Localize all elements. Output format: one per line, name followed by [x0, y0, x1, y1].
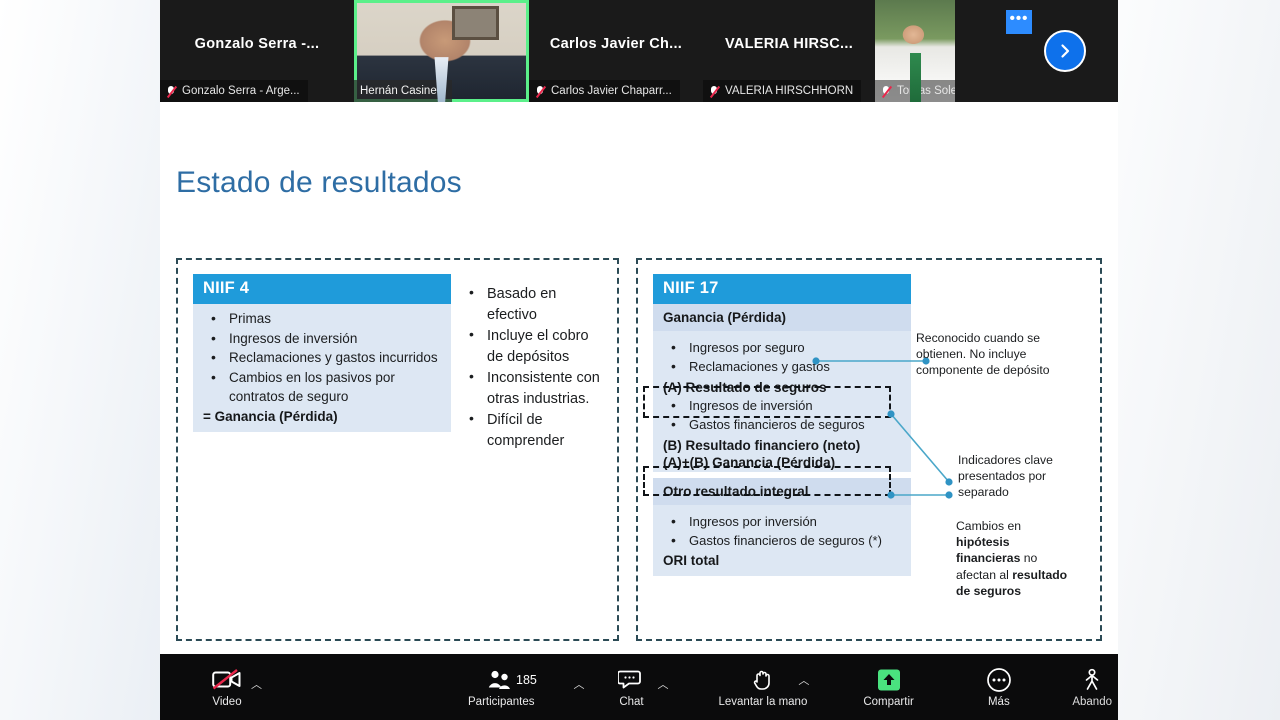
participants-count: 185: [516, 673, 537, 687]
next-page-button[interactable]: [1044, 30, 1086, 72]
participant-name: VALERIA HIRSCHHORN: [725, 85, 854, 97]
niif4-body: Primas Ingresos de inversión Reclamacion…: [193, 304, 451, 433]
more-button[interactable]: Más: [980, 654, 1018, 720]
video-tile-carlos-javier-chaparro[interactable]: Carlos Javier Ch... Carlos Javier Chapar…: [529, 0, 703, 102]
more-participants-button[interactable]: •••: [1006, 10, 1032, 34]
raise-hand-button-label: Levantar la mano: [718, 695, 808, 708]
page-title: Estado de resultados: [176, 166, 462, 199]
background-picture-frame: [452, 6, 500, 40]
video-button-label: Video: [212, 695, 242, 708]
video-tile-tomas-soley[interactable]: Tomas Soley: [875, 0, 955, 102]
annotation-hypotheses: Cambios en hipótesis financieras no afec…: [956, 518, 1074, 599]
participant-video-strip: Gonzalo Serra -... Gonzalo Serra - Arge.…: [160, 0, 1118, 102]
list-item: Ingresos de inversión: [203, 329, 441, 349]
anno-part-1: hipótesis financieras: [956, 535, 1021, 566]
niif4-total: = Ganancia (Pérdida): [203, 409, 338, 425]
video-tile-namebar: Tomas Soley: [875, 80, 955, 102]
video-tile-namebar: Gonzalo Serra - Arge...: [160, 80, 308, 102]
meeting-toolbar: Video ︿ Participantes 185 ︿ Chat ︿ Levan…: [160, 654, 1118, 720]
more-button-label: Más: [987, 695, 1010, 708]
video-button[interactable]: Video ︿: [206, 654, 262, 720]
microphone-muted-icon: [709, 85, 720, 98]
list-item: Primas: [203, 309, 441, 329]
video-tile-valeria-hirschhorn[interactable]: VALERIA HIRSC... VALERIA HIRSCHHORN: [703, 0, 875, 102]
video-tile-hernan-casinelli[interactable]: Hernán Casinelli: [354, 0, 529, 102]
participants-options-caret-icon[interactable]: ︿: [573, 676, 584, 692]
share-screen-button-label: Compartir: [863, 695, 914, 708]
ellipsis-icon: [986, 667, 1012, 693]
participant-name: Carlos Javier Chaparr...: [551, 85, 672, 97]
niif4-bullet-list: Primas Ingresos de inversión Reclamacion…: [203, 309, 441, 406]
zoom-meeting-window: Gonzalo Serra -... Gonzalo Serra - Arge.…: [160, 0, 1118, 720]
participant-name: Hernán Casinelli: [360, 85, 445, 97]
annotation-indicators: Indicadores clave presentados por separa…: [958, 453, 1053, 500]
share-screen-icon: [876, 667, 902, 693]
niif17-panel: NIIF 17 Ganancia (Pérdida) Ingresos por …: [636, 258, 1102, 641]
video-tile-display-name: VALERIA HIRSC...: [724, 36, 854, 52]
shared-slide: Estado de resultados NIIF 4 Primas Ingre…: [160, 102, 1118, 654]
anno-part-0: Cambios en: [956, 519, 1022, 533]
chevron-right-icon: [1061, 44, 1070, 58]
niif4-header: NIIF 4: [193, 274, 451, 304]
video-tile-namebar: Carlos Javier Chaparr...: [529, 80, 680, 102]
list-item: Inconsistente con otras industrias.: [463, 367, 603, 409]
participant-name: Tomas Soley: [897, 85, 955, 97]
microphone-muted-icon: [166, 85, 177, 98]
niif4-notes-list: Basado en efectivo Incluye el cobro de d…: [463, 283, 603, 453]
chat-button-label: Chat: [619, 695, 644, 708]
participant-name: Gonzalo Serra - Arge...: [182, 85, 300, 97]
raise-hand-options-caret-icon[interactable]: ︿: [798, 672, 809, 688]
chat-button[interactable]: Chat ︿: [612, 654, 668, 720]
video-tile-display-name: Gonzalo Serra -...: [194, 36, 320, 52]
video-tile-namebar: Hernán Casinelli: [354, 80, 453, 102]
video-tile-display-name: Carlos Javier Ch...: [549, 36, 683, 52]
participants-icon: [487, 667, 515, 693]
raise-hand-icon: [751, 667, 775, 693]
niif4-panel: NIIF 4 Primas Ingresos de inversión Recl…: [176, 258, 619, 641]
share-screen-button[interactable]: Compartir: [857, 654, 919, 720]
annotation-recognized: Reconocido cuando se obtienen. No incluy…: [916, 331, 1050, 378]
video-strip-filler: [955, 0, 1118, 102]
microphone-muted-icon: [881, 85, 892, 98]
video-tile-namebar: VALERIA HIRSCHHORN: [703, 80, 862, 102]
video-options-caret-icon[interactable]: ︿: [251, 676, 262, 692]
chat-icon: [618, 667, 644, 693]
participants-button-label: Participantes: [468, 695, 535, 708]
microphone-muted-icon: [535, 85, 546, 98]
list-item: Basado en efectivo: [463, 283, 603, 325]
list-item: Cambios en los pasivos por contratos de …: [203, 368, 441, 406]
list-item: Difícil de comprender: [463, 409, 603, 451]
chat-options-caret-icon[interactable]: ︿: [657, 676, 668, 692]
video-tile-gonzalo-serra[interactable]: Gonzalo Serra -... Gonzalo Serra - Arge.…: [160, 0, 354, 102]
leave-meeting-label: Abando: [1072, 695, 1112, 708]
video-off-icon: [212, 667, 242, 693]
list-item: Reclamaciones y gastos incurridos: [203, 348, 441, 368]
leave-meeting-button[interactable]: Abando: [1066, 654, 1118, 720]
leave-meeting-icon: [1080, 667, 1104, 693]
participants-button[interactable]: Participantes 185 ︿: [462, 654, 584, 720]
list-item: Incluye el cobro de depósitos: [463, 325, 603, 367]
raise-hand-button[interactable]: Levantar la mano ︿: [712, 654, 813, 720]
niif4-card: NIIF 4 Primas Ingresos de inversión Recl…: [193, 274, 451, 433]
